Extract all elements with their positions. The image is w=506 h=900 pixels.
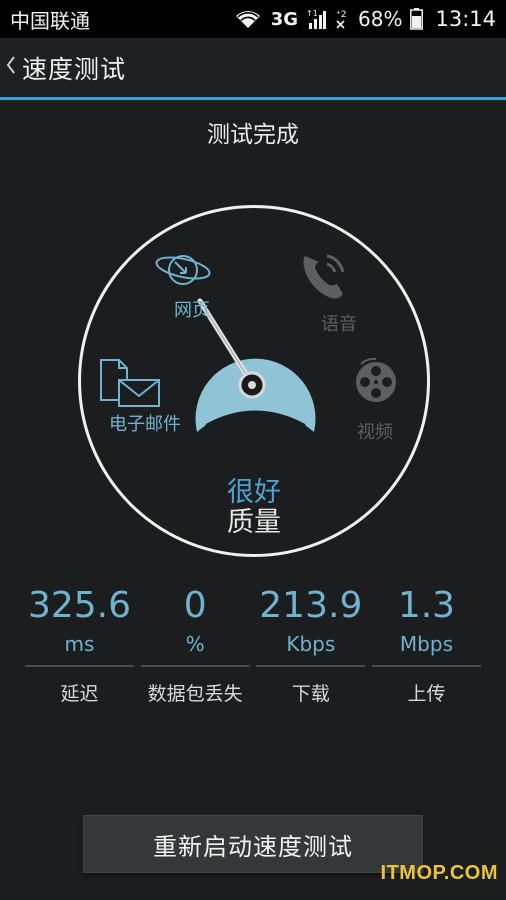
watermark-logo: ITMOP.COM: [380, 862, 498, 884]
status-bar: 中国联通 3G ↑1 ⁺2 68% 13:14: [0, 0, 506, 38]
signal-sim2-icon: ⁺2: [334, 8, 350, 30]
stat-upload: 1.3 Mbps 上传: [369, 585, 484, 706]
quality-gauge: 网页 语音 电子邮件 视频 很好 质量: [78, 205, 430, 557]
stat-label: 下载: [291, 683, 330, 705]
stat-packet-loss: 0 % 数据包丢失: [138, 585, 253, 706]
divider: [371, 665, 481, 667]
stat-unit: Kbps: [286, 632, 336, 656]
stat-value: 325.6: [27, 585, 132, 626]
action-bar: 速度测试: [0, 38, 506, 100]
stat-label: 上传: [407, 683, 446, 705]
svg-text:⁺2: ⁺2: [336, 10, 346, 20]
test-status: 测试完成: [207, 122, 299, 148]
category-web-label: 网页: [174, 300, 210, 321]
email-icon: [97, 356, 163, 412]
stat-label: 延迟: [60, 683, 99, 705]
globe-icon: [153, 246, 213, 298]
stat-value: 0: [183, 585, 207, 626]
page-title: 速度测试: [22, 54, 127, 84]
restart-test-button[interactable]: 重新启动速度测试: [83, 815, 423, 873]
network-type: 3G: [270, 8, 299, 30]
battery-icon: [410, 8, 424, 30]
stat-unit: ms: [64, 632, 95, 656]
category-voice-label: 语音: [321, 314, 357, 335]
back-button[interactable]: 速度测试: [0, 38, 138, 97]
category-video-label: 视频: [357, 422, 393, 443]
battery-percent: 68%: [358, 7, 403, 31]
stat-unit: Mbps: [399, 632, 453, 656]
stat-latency: 325.6 ms 延迟: [22, 585, 137, 706]
stat-value: 1.3: [397, 585, 456, 626]
carrier-name: 中国联通: [10, 8, 90, 33]
wifi-icon: [233, 8, 263, 30]
status-icons: 3G ↑1 ⁺2 68% 13:14: [233, 7, 496, 31]
stat-download: 213.9 Kbps 下载: [253, 585, 368, 706]
divider: [140, 665, 250, 667]
stat-label: 数据包丢失: [147, 683, 243, 705]
stat-value: 213.9: [259, 585, 363, 626]
stats-row: 325.6 ms 延迟 0 % 数据包丢失 213.9 Kbps 下载 1.3 …: [22, 585, 484, 706]
clock: 13:14: [435, 7, 496, 31]
divider: [25, 665, 134, 667]
divider: [256, 665, 366, 667]
film-reel-icon: [349, 354, 403, 412]
svg-text:↑1: ↑1: [306, 9, 318, 18]
category-email-label: 电子邮件: [109, 414, 181, 435]
stat-unit: %: [185, 632, 205, 656]
signal-sim1-icon: ↑1: [306, 8, 327, 30]
phone-icon: [297, 248, 353, 308]
rating-label: 质量: [227, 507, 281, 538]
chevron-left-icon: [6, 55, 16, 81]
